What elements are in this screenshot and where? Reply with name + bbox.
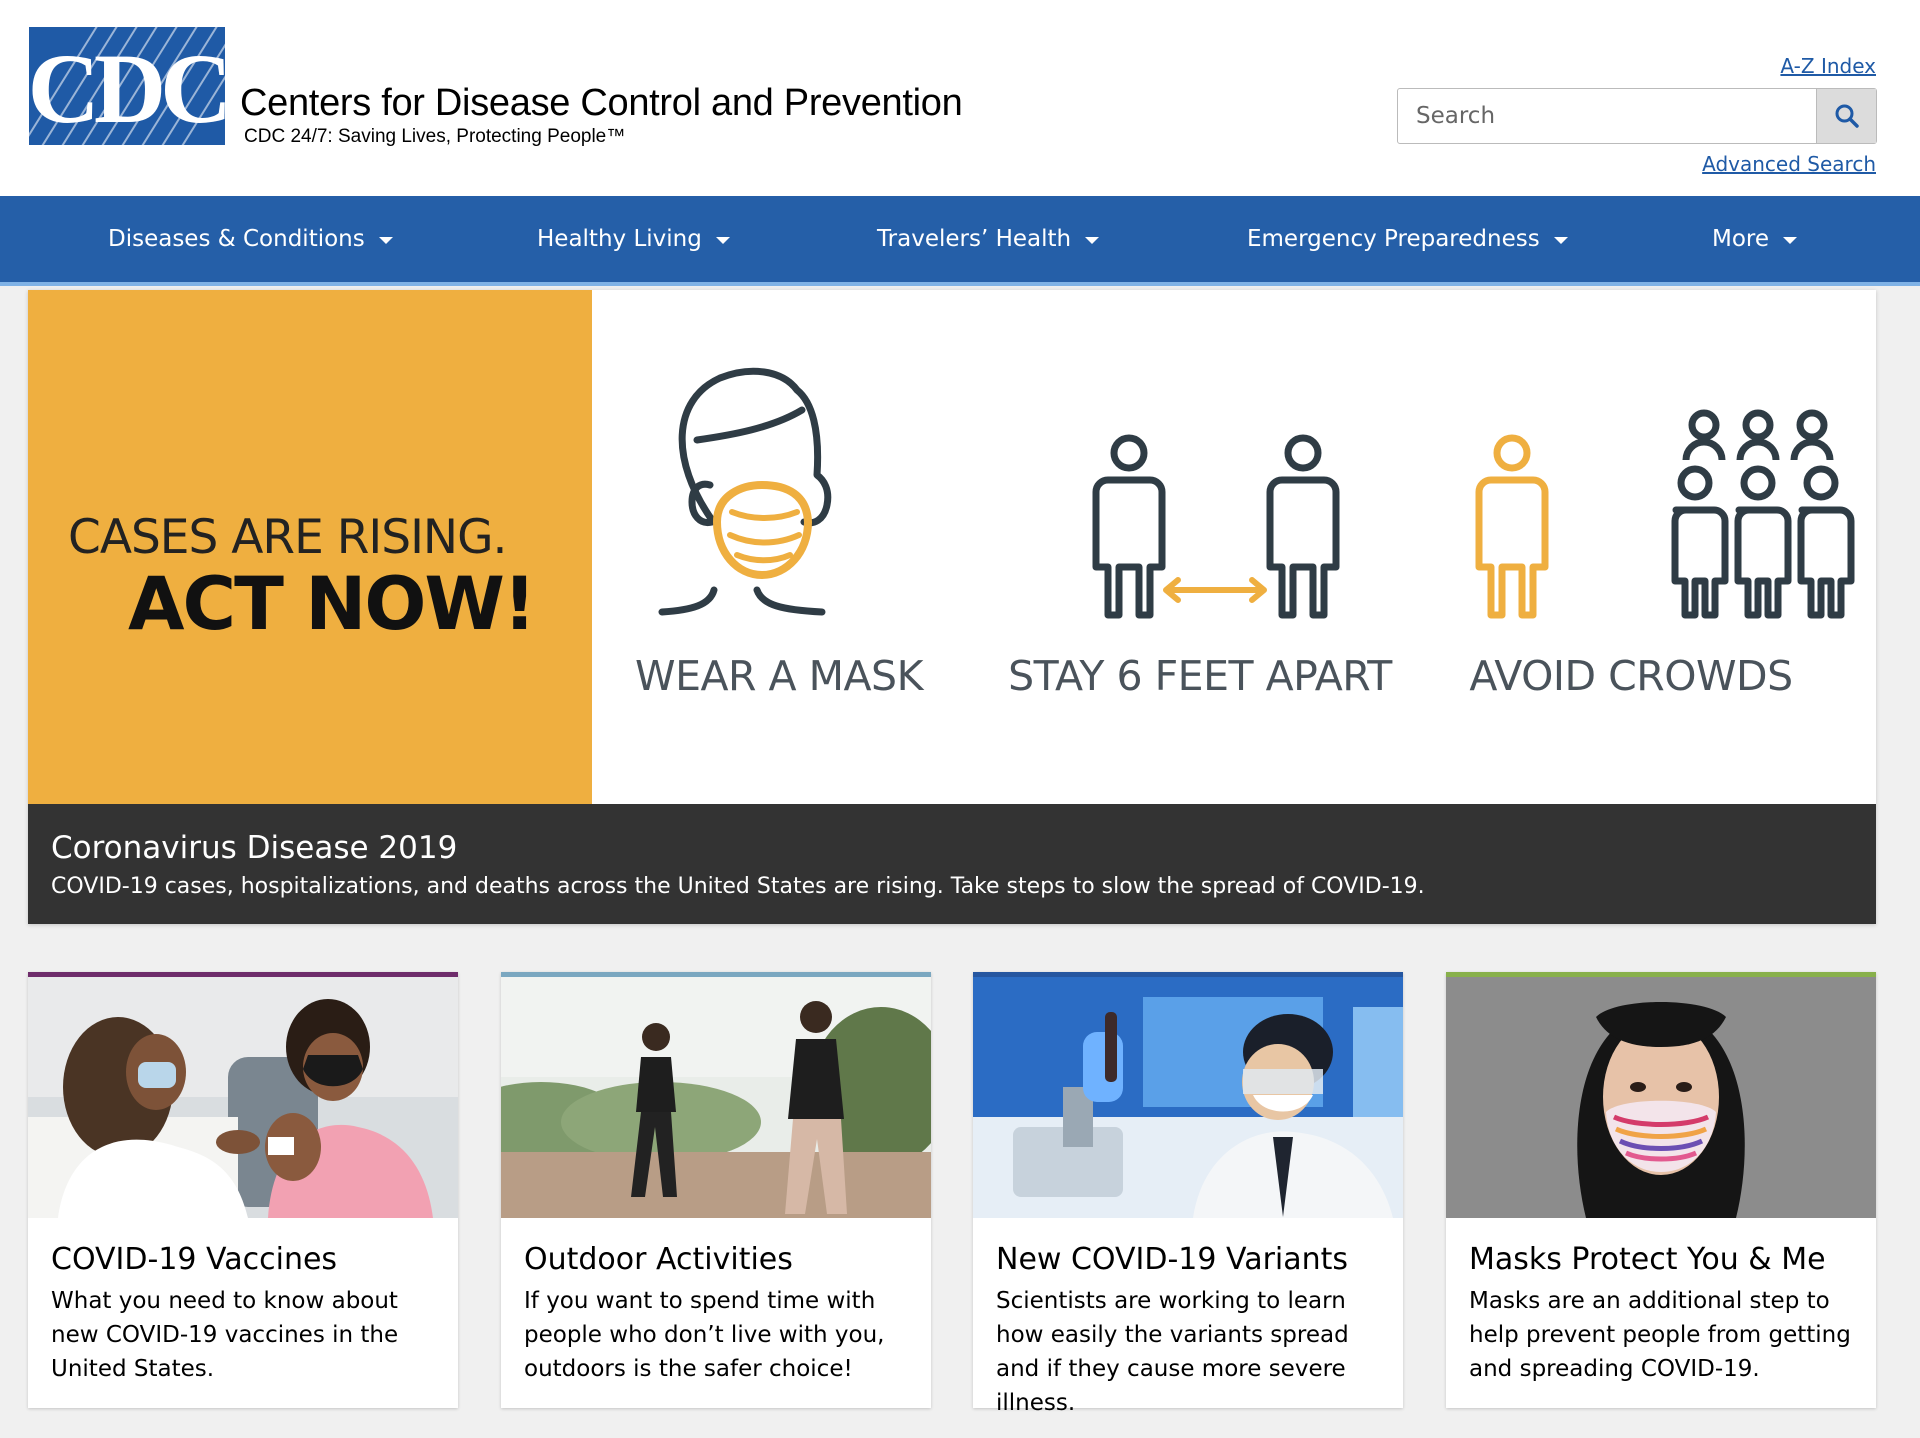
- cdc-logo[interactable]: CDC: [29, 27, 225, 145]
- card-covid-vaccines[interactable]: COVID-19 Vaccines What you need to know …: [28, 972, 458, 1408]
- caret-down-icon: [1783, 236, 1798, 244]
- card-desc: If you want to spend time with people wh…: [524, 1288, 885, 1382]
- card-title[interactable]: Outdoor Activities: [524, 1242, 793, 1277]
- nav-label: Healthy Living: [537, 226, 702, 252]
- social-distance-icon: [1092, 434, 1340, 619]
- card-new-variants[interactable]: New COVID-19 Variants Scientists are wor…: [973, 972, 1403, 1416]
- card-image-scientist: [973, 977, 1403, 1218]
- card-outdoor-activities[interactable]: Outdoor Activities If you want to spend …: [501, 972, 931, 1408]
- card-desc: Masks are an additional step to help pre…: [1469, 1288, 1851, 1382]
- step-label-crowds: AVOID CROWDS: [1469, 652, 1793, 700]
- nav-label: Travelers’ Health: [877, 226, 1072, 252]
- card-title[interactable]: Masks Protect You & Me: [1469, 1242, 1826, 1277]
- caret-down-icon: [715, 236, 730, 244]
- hero-banner[interactable]: CASES ARE RISING. ACT NOW! WEAR A MASK S…: [28, 290, 1876, 924]
- card-title[interactable]: COVID-19 Vaccines: [51, 1242, 337, 1277]
- hero-headline-panel: CASES ARE RISING. ACT NOW!: [28, 290, 592, 804]
- nav-diseases-conditions[interactable]: Diseases & Conditions: [108, 196, 393, 282]
- card-image-masked-woman: [1446, 977, 1876, 1218]
- caret-down-icon: [378, 236, 393, 244]
- card-image-joggers: [501, 977, 931, 1218]
- main-nav: Diseases & Conditions Healthy Living Tra…: [0, 196, 1920, 286]
- hero-caption-desc: COVID-19 cases, hospitalizations, and de…: [51, 874, 1425, 899]
- nav-travelers-health[interactable]: Travelers’ Health: [877, 196, 1100, 282]
- caret-down-icon: [1085, 236, 1100, 244]
- hero-line-2: ACT NOW!: [128, 562, 536, 647]
- site-header: CDC Centers for Disease Control and Prev…: [0, 0, 1920, 196]
- face-mask-icon: [658, 367, 832, 616]
- step-label-mask: WEAR A MASK: [635, 652, 923, 700]
- card-image-vaccination: [28, 977, 458, 1218]
- nav-emergency-preparedness[interactable]: Emergency Preparedness: [1247, 196, 1568, 282]
- org-name[interactable]: Centers for Disease Control and Preventi…: [240, 82, 963, 125]
- org-tagline: CDC 24/7: Saving Lives, Protecting Peopl…: [244, 126, 626, 147]
- search-box: [1397, 88, 1877, 144]
- card-masks-protect[interactable]: Masks Protect You & Me Masks are an addi…: [1446, 972, 1876, 1408]
- search-icon: [1835, 104, 1859, 128]
- crowd-icon: [1475, 409, 1855, 619]
- card-desc: What you need to know about new COVID-19…: [51, 1288, 399, 1382]
- card-desc: Scientists are working to learn how easi…: [996, 1288, 1349, 1416]
- nav-label: Emergency Preparedness: [1247, 226, 1540, 252]
- step-label-distance: STAY 6 FEET APART: [1008, 652, 1392, 700]
- nav-healthy-living[interactable]: Healthy Living: [537, 196, 730, 282]
- nav-label: More: [1712, 226, 1770, 252]
- hero-caption-title[interactable]: Coronavirus Disease 2019: [51, 830, 457, 866]
- hero-line-1: CASES ARE RISING.: [68, 510, 507, 565]
- hero-caption: Coronavirus Disease 2019 COVID-19 cases,…: [28, 804, 1876, 924]
- nav-label: Diseases & Conditions: [108, 226, 365, 252]
- nav-more[interactable]: More: [1712, 196, 1798, 282]
- card-title[interactable]: New COVID-19 Variants: [996, 1242, 1348, 1277]
- logo-text: CDC: [29, 33, 225, 144]
- search-input[interactable]: [1398, 89, 1816, 143]
- hero-illustrations: [658, 367, 1855, 619]
- az-index-link[interactable]: A-Z Index: [1780, 54, 1876, 78]
- advanced-search-link[interactable]: Advanced Search: [1702, 152, 1876, 176]
- caret-down-icon: [1553, 236, 1568, 244]
- search-button[interactable]: [1816, 89, 1876, 143]
